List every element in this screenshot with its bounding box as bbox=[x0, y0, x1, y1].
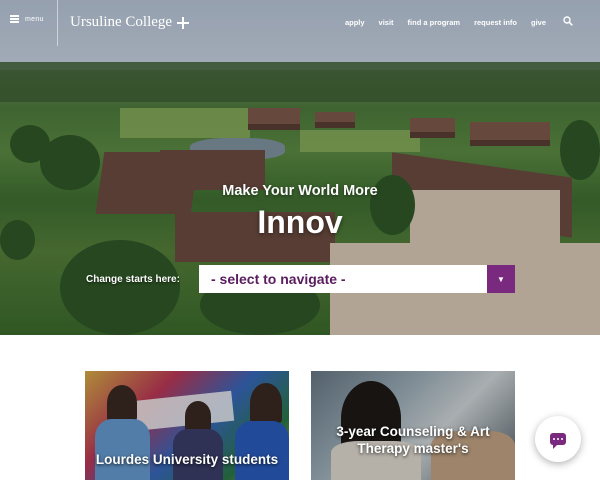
hero-headline: Make Your World More bbox=[222, 183, 378, 199]
search-icon[interactable] bbox=[563, 16, 573, 26]
menu-button[interactable]: menu bbox=[10, 15, 44, 23]
feature-card[interactable]: 3-year Counseling & Art Therapy master's bbox=[311, 371, 515, 480]
nav-link-find-a-program[interactable]: find a program bbox=[408, 18, 461, 27]
feature-card[interactable]: Lourdes University students bbox=[85, 371, 289, 480]
navigate-label: Change starts here: bbox=[86, 274, 180, 285]
logo[interactable]: Ursuline College bbox=[70, 14, 190, 31]
triangle-down-icon[interactable]: ▼ bbox=[487, 265, 515, 293]
card-title: Lourdes University students bbox=[95, 452, 279, 467]
cross-icon bbox=[177, 16, 190, 29]
nav-link-apply[interactable]: apply bbox=[345, 18, 365, 27]
nav-link-visit[interactable]: visit bbox=[379, 18, 394, 27]
feature-cards: Lourdes University students 3-year Couns… bbox=[0, 335, 600, 480]
primary-nav: apply visit find a program request info … bbox=[345, 18, 546, 27]
hamburger-icon bbox=[10, 15, 19, 23]
hero-banner: menu Ursuline College apply visit find a… bbox=[0, 0, 600, 335]
hero-rotating-word: Innov bbox=[257, 204, 343, 240]
nav-link-request-info[interactable]: request info bbox=[474, 18, 517, 27]
menu-label: menu bbox=[25, 15, 44, 23]
navigate-select[interactable]: - select to navigate - ▼ bbox=[199, 265, 515, 293]
chat-button[interactable] bbox=[535, 416, 581, 462]
nav-link-give[interactable]: give bbox=[531, 18, 546, 27]
chat-icon bbox=[550, 433, 566, 449]
navigate-select-value: - select to navigate - bbox=[211, 271, 346, 287]
card-title: 3-year Counseling & Art Therapy master's bbox=[336, 424, 490, 456]
logo-text: Ursuline College bbox=[70, 14, 173, 30]
top-navigation: menu Ursuline College apply visit find a… bbox=[0, 0, 600, 46]
divider bbox=[57, 0, 58, 46]
